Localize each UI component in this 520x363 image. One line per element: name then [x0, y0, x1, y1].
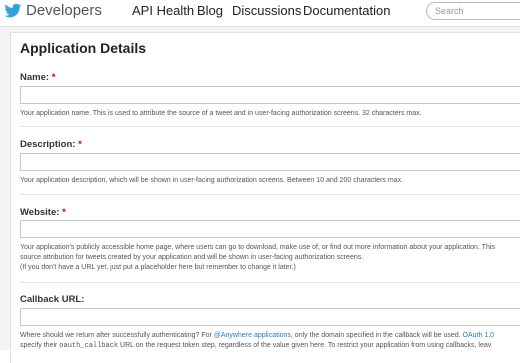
- brand-name[interactable]: Developers: [26, 2, 102, 19]
- page-title: Application Details: [20, 40, 147, 56]
- name-field[interactable]: [20, 86, 520, 104]
- callback-help-text: specify their: [20, 342, 60, 349]
- website-label: Website: *: [20, 207, 66, 218]
- nav-blog[interactable]: Blog: [197, 3, 223, 18]
- callback-help-text: , only the domain specified in the callb…: [290, 332, 463, 339]
- callback-help-text: Where should we return after successfull…: [20, 332, 214, 339]
- nav-discussions[interactable]: Discussions: [232, 3, 301, 18]
- top-navigation-bar: Developers API Health Blog Discussions D…: [0, 0, 520, 27]
- callback-help-text: URL on the request token step, regardles…: [118, 342, 492, 349]
- required-marker: *: [51, 72, 56, 83]
- search-input[interactable]: [426, 2, 520, 20]
- website-label-text: Website:: [20, 207, 60, 218]
- name-label-text: Name:: [20, 72, 50, 83]
- anywhere-applications-link[interactable]: @Anywhere applications: [214, 332, 291, 339]
- required-marker: *: [78, 139, 82, 150]
- website-help-line-3: (If you don't have a URL yet, just put a…: [20, 264, 296, 271]
- website-help-line-2: source attribution for tweets created by…: [20, 254, 364, 261]
- description-help-text: Your application description, which will…: [20, 177, 404, 184]
- callback-url-label: Callback URL:: [20, 294, 84, 305]
- website-field[interactable]: [20, 220, 520, 238]
- callback-help-line-1: Where should we return after successfull…: [20, 331, 494, 340]
- oauth-callback-code: oauth_callback: [59, 342, 119, 350]
- nav-api-health[interactable]: API Health: [132, 3, 194, 18]
- divider: [20, 194, 520, 195]
- divider: [20, 282, 520, 283]
- website-help-line-1: Your application's publicly accessible h…: [20, 244, 495, 251]
- divider: [20, 126, 520, 127]
- twitter-bird-icon[interactable]: [4, 3, 22, 19]
- description-field[interactable]: [20, 153, 520, 171]
- oauth-link[interactable]: OAuth 1.0: [463, 332, 495, 339]
- required-marker: *: [62, 207, 66, 218]
- nav-documentation[interactable]: Documentation: [303, 3, 390, 18]
- name-label: Name: *: [20, 72, 55, 83]
- name-help-text: Your application name. This is used to a…: [20, 110, 422, 117]
- description-label: Description: *: [20, 139, 82, 150]
- callback-url-field[interactable]: [20, 308, 520, 326]
- description-label-text: Description:: [20, 139, 76, 150]
- callback-url-label-text: Callback URL:: [20, 294, 85, 305]
